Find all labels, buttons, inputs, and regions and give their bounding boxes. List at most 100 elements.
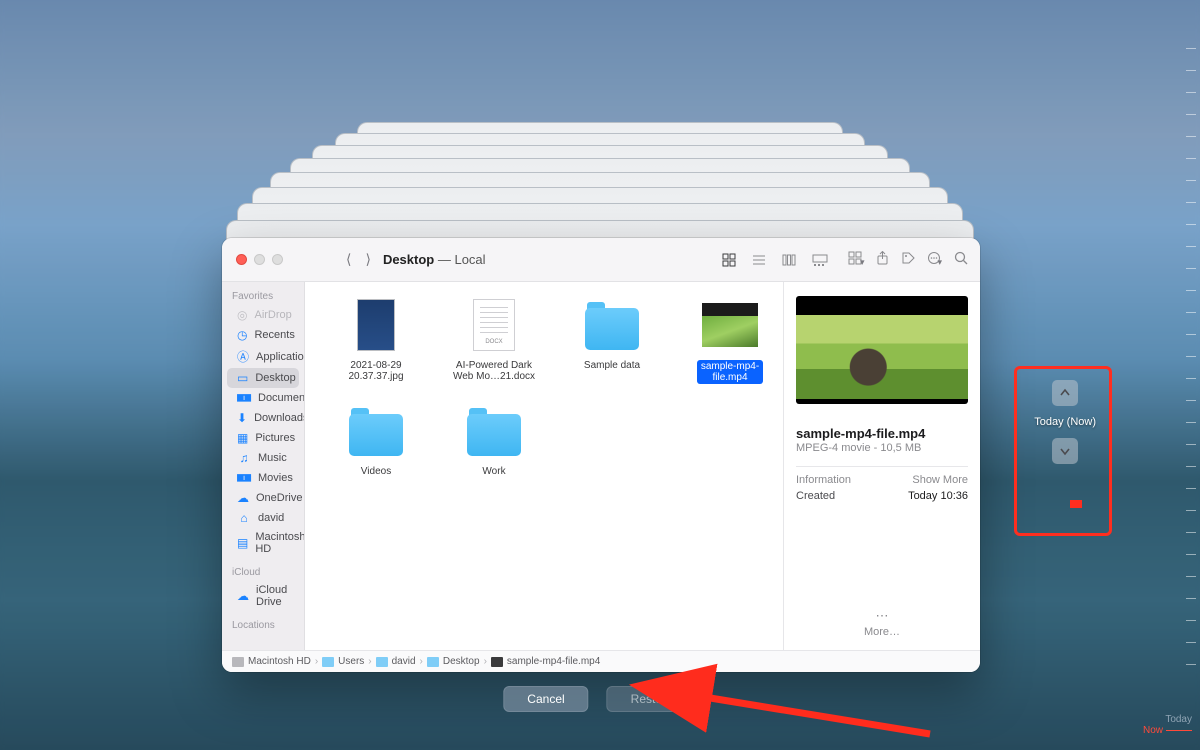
- sidebar-item-downloads[interactable]: ⬇Downloads: [227, 408, 299, 428]
- back-button[interactable]: ⟨: [346, 251, 351, 268]
- folder-icon: [467, 414, 521, 456]
- preview-created-label: Created: [796, 490, 835, 502]
- preview-info-header: Information: [796, 474, 851, 486]
- down-icon: ⬇: [237, 411, 247, 425]
- path-segment[interactable]: david: [392, 656, 416, 667]
- file-grid: 2021-08-2920.37.37.jpg AI-Powered DarkWeb…: [305, 282, 784, 650]
- timeline-prev-button[interactable]: [1052, 380, 1078, 406]
- sidebar-item-label: Macintosh HD: [255, 531, 305, 555]
- window-controls: [222, 254, 342, 265]
- column-view-button[interactable]: [774, 248, 804, 272]
- group-by-button[interactable]: ▾: [848, 251, 865, 268]
- annotation-marker: [1070, 500, 1082, 508]
- zoom-window-button[interactable]: [272, 254, 283, 265]
- sidebar-item-label: Music: [258, 452, 287, 464]
- timeline-current: Today (Now): [1034, 416, 1096, 428]
- preview-filename: sample-mp4-file.mp4: [796, 426, 968, 441]
- sidebar-item-macintosh-hd[interactable]: ▤Macintosh HD: [227, 528, 299, 558]
- music-icon: ♫: [237, 451, 251, 465]
- sidebar-item-david[interactable]: ⌂ david: [227, 508, 299, 528]
- timeline-today: Today: [1165, 714, 1192, 725]
- sidebar-item-pictures[interactable]: ▦Pictures: [227, 428, 299, 448]
- sidebar-item-music[interactable]: ♫ Music: [227, 448, 299, 468]
- file-item[interactable]: Work: [449, 402, 539, 477]
- sidebar-item-onedrive[interactable]: ☁ OneDrive: [227, 488, 299, 508]
- sidebar-item-label: Desktop: [255, 372, 295, 384]
- minimize-window-button[interactable]: [254, 254, 265, 265]
- forward-button[interactable]: ⟩: [365, 251, 370, 268]
- home-icon: ⌂: [237, 511, 251, 525]
- close-window-button[interactable]: [236, 254, 247, 265]
- file-item[interactable]: Videos: [331, 402, 421, 477]
- file-item[interactable]: AI-Powered DarkWeb Mo…21.docx: [449, 296, 539, 384]
- timeline-next-button[interactable]: [1052, 438, 1078, 464]
- icon-view-button[interactable]: [714, 248, 744, 272]
- cancel-button[interactable]: Cancel: [503, 686, 588, 712]
- gallery-view-button[interactable]: [804, 248, 836, 272]
- icloud-icon: ☁: [237, 589, 249, 603]
- sidebar-item-movies[interactable]: 🀰 Movies: [227, 468, 299, 488]
- window-title-sub: — Local: [438, 252, 486, 267]
- movie-icon: 🀰: [237, 471, 251, 485]
- restore-button[interactable]: Restore: [607, 686, 697, 712]
- file-icon: [491, 657, 503, 667]
- timeline-ticks: [1186, 30, 1196, 720]
- path-segment[interactable]: Desktop: [443, 656, 480, 667]
- sidebar-item-label: Movies: [258, 472, 293, 484]
- docx-icon: [473, 299, 515, 351]
- timeline-current-label: Today Now: [1143, 714, 1192, 736]
- sidebar-item-label: Applications: [256, 351, 305, 363]
- cloud-icon: ☁: [237, 491, 249, 505]
- action-menu-button[interactable]: ▾: [927, 251, 942, 268]
- file-label: Work: [482, 466, 505, 477]
- list-view-button[interactable]: [744, 248, 774, 272]
- sidebar-item-icloud-drive[interactable]: ☁iCloud Drive: [227, 581, 299, 611]
- sidebar-item-desktop[interactable]: ▭Desktop: [227, 368, 299, 388]
- path-segment[interactable]: Users: [338, 656, 364, 667]
- path-segment[interactable]: sample-mp4-file.mp4: [507, 656, 600, 667]
- timeline-nav: Today (Now): [1034, 380, 1096, 464]
- sidebar-item-label: Documents: [258, 392, 305, 404]
- preview-show-more[interactable]: Show More: [912, 474, 968, 486]
- tags-button[interactable]: [901, 251, 915, 268]
- sidebar-section-header: iCloud: [222, 558, 304, 581]
- folder-icon: [322, 657, 334, 667]
- folder-icon: [349, 414, 403, 456]
- doc-icon: 🀰: [237, 391, 251, 405]
- hd-icon: [232, 657, 244, 667]
- sidebar-section-header: Locations: [222, 611, 304, 634]
- window-title-main: Desktop: [383, 252, 434, 267]
- path-bar: Macintosh HD›Users›david›Desktop›sample-…: [222, 650, 980, 672]
- preview-filetype: MPEG-4 movie - 10,5 MB: [796, 442, 968, 454]
- file-label: Videos: [361, 466, 391, 477]
- share-button[interactable]: [876, 251, 889, 269]
- preview-thumbnail: [796, 296, 968, 404]
- sidebar: Favorites◎AirDrop◷RecentsⒶApplications▭D…: [222, 282, 305, 650]
- file-label: Sample data: [584, 360, 640, 371]
- file-item[interactable]: Sample data: [567, 296, 657, 384]
- search-button[interactable]: [954, 251, 968, 268]
- pic-icon: ▦: [237, 431, 248, 445]
- sidebar-item-label: OneDrive: [256, 492, 302, 504]
- preview-created-value: Today 10:36: [908, 490, 968, 502]
- preview-more-label: More…: [864, 626, 900, 638]
- sidebar-item-applications[interactable]: ⒶApplications: [227, 345, 299, 368]
- window-title: Desktop — Local: [383, 252, 486, 267]
- timeline-now: Now: [1143, 725, 1163, 736]
- sidebar-item-label: Recents: [254, 329, 294, 341]
- path-segment[interactable]: Macintosh HD: [248, 656, 311, 667]
- video-thumbnail-icon: [702, 303, 758, 347]
- sidebar-item-recents[interactable]: ◷Recents: [227, 325, 299, 345]
- toolbar: ⟨ ⟩ Desktop — Local ▾ ▾: [222, 238, 980, 282]
- file-label: sample-mp4-file.mp4: [697, 360, 763, 384]
- more-icon: ⋯: [796, 608, 968, 624]
- annotation-arrow: [680, 686, 940, 750]
- preview-more[interactable]: ⋯ More…: [796, 600, 968, 642]
- file-item[interactable]: sample-mp4-file.mp4: [685, 296, 775, 384]
- chevron-right-icon: ›: [315, 656, 318, 667]
- file-item[interactable]: 2021-08-2920.37.37.jpg: [331, 296, 421, 384]
- finder-window: ⟨ ⟩ Desktop — Local ▾ ▾ Favorites◎AirD: [222, 238, 980, 672]
- view-mode-group: [714, 248, 836, 272]
- sidebar-item-documents[interactable]: 🀰Documents: [227, 388, 299, 408]
- sidebar-item-label: david: [258, 512, 284, 524]
